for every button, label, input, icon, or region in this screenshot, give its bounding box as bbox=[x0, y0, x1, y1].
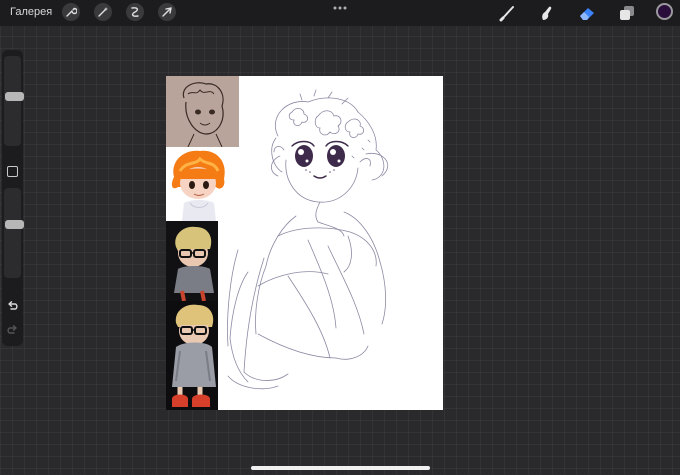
redo-icon[interactable] bbox=[6, 324, 19, 337]
home-indicator[interactable] bbox=[251, 466, 430, 470]
character-sketch bbox=[227, 89, 389, 390]
brush-icon[interactable] bbox=[498, 4, 518, 22]
selection-icon[interactable] bbox=[126, 3, 144, 21]
top-toolbar: Галерея bbox=[0, 0, 680, 26]
wrench-icon[interactable] bbox=[62, 3, 80, 21]
3d-figure-reference-bottom bbox=[166, 301, 218, 410]
gallery-button[interactable]: Галерея bbox=[10, 6, 52, 18]
transform-arrow-icon[interactable] bbox=[158, 3, 176, 21]
more-options-icon[interactable] bbox=[333, 6, 347, 10]
left-sidebar bbox=[2, 50, 24, 346]
brush-size-slider[interactable] bbox=[4, 56, 24, 146]
drawing-canvas[interactable] bbox=[166, 76, 443, 410]
3d-figure-reference-top bbox=[166, 221, 218, 301]
layers-icon[interactable] bbox=[617, 4, 637, 22]
opacity-handle[interactable] bbox=[5, 220, 24, 229]
smudge-icon[interactable] bbox=[537, 4, 557, 22]
brush-size-handle[interactable] bbox=[5, 92, 24, 101]
current-color-swatch[interactable] bbox=[656, 3, 673, 20]
eraser-icon[interactable] bbox=[577, 4, 597, 22]
opacity-slider[interactable] bbox=[4, 188, 24, 278]
undo-icon[interactable] bbox=[6, 300, 19, 313]
modify-button[interactable] bbox=[7, 166, 18, 177]
magic-wand-icon[interactable] bbox=[94, 3, 112, 21]
